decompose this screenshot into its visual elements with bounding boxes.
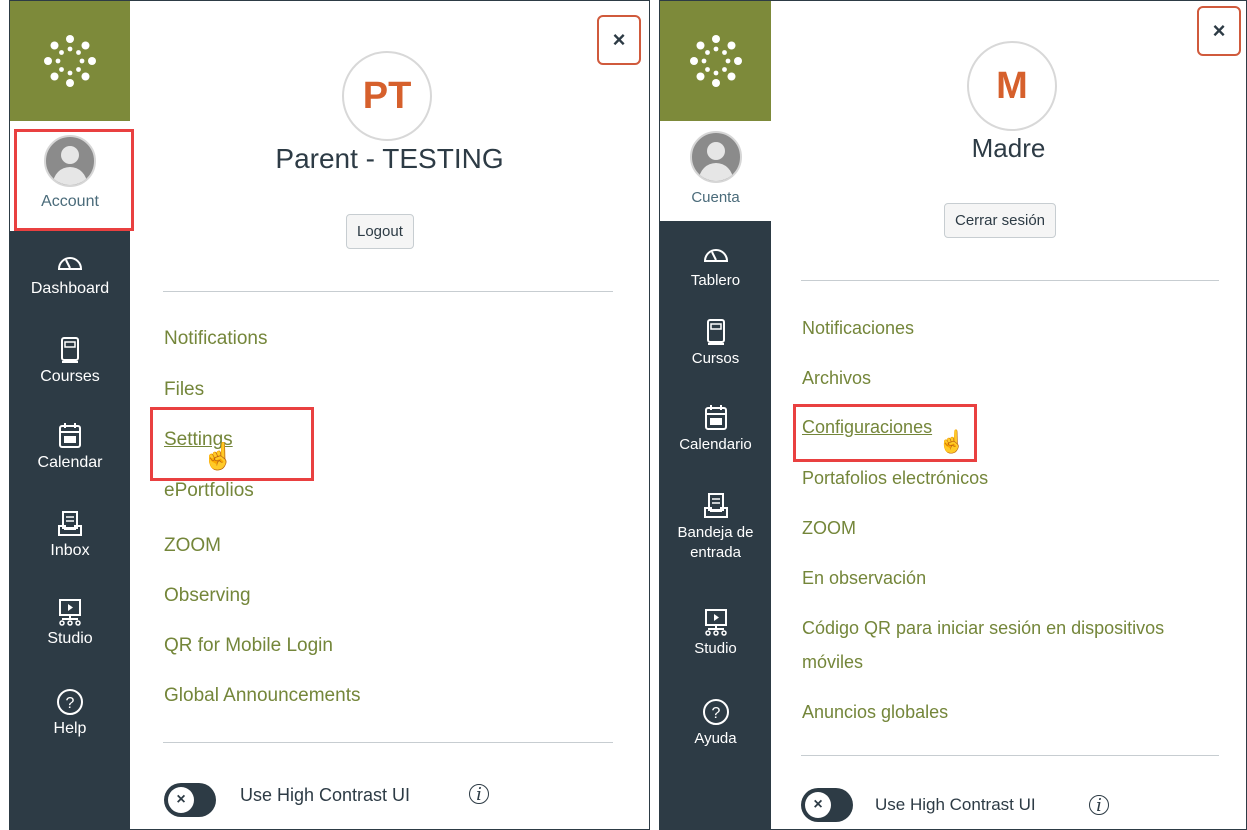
menu-qr-login[interactable]: Código QR para iniciar sesión en disposi… [802,618,1164,639]
divider [163,742,613,743]
nav-dashboard[interactable]: Dashboard [10,247,130,299]
account-tray: × PT Parent - TESTING Logout Notificatio… [130,1,649,829]
nav-label: Inbox [50,542,90,559]
spanish-menu-panel: Cuenta Tablero Cursos Calendario Bandeja… [659,0,1247,830]
close-button[interactable]: × [1197,6,1241,56]
high-contrast-label: Use High Contrast UI [875,795,1036,814]
divider [801,755,1219,756]
menu-global-announcements[interactable]: Global Announcements [164,685,360,707]
close-button[interactable]: × [597,15,641,65]
nav-label: Studio [47,630,93,647]
svg-text:?: ? [711,705,720,722]
x-icon: × [168,787,194,813]
nav-label: Tablero [690,272,741,289]
menu-qr-login[interactable]: QR for Mobile Login [164,635,333,657]
logout-button[interactable]: Cerrar sesión [944,203,1057,238]
courses-icon [61,337,79,363]
close-icon: × [612,27,626,52]
studio-icon [59,599,81,626]
nav-label: Calendario [679,436,752,453]
global-nav: Account Dashboard Courses Calendar Inbox… [10,1,130,829]
menu-observing[interactable]: Observing [164,585,251,607]
avatar [689,131,742,183]
user-name: Parent - TESTING [275,143,504,174]
global-nav: Cuenta Tablero Cursos Calendario Bandeja… [660,1,771,829]
nav-label: Studio [694,640,737,657]
nav-label: Calendar [37,454,103,471]
menu-notifications[interactable]: Notifications [164,328,268,350]
nav-help[interactable]: ? Help [10,687,130,739]
nav-label: Help [53,720,87,737]
nav-account[interactable]: Cuenta [660,121,771,221]
menu-files[interactable]: Archivos [802,368,871,389]
x-icon: × [805,792,831,818]
nav-label: Dashboard [30,280,110,297]
nav-courses[interactable]: Courses [10,335,130,387]
user-name: Madre [971,133,1046,163]
nav-courses[interactable]: Cursos [660,317,771,369]
hand-cursor-icon: ☝ [202,441,235,471]
high-contrast-toggle[interactable]: × [164,783,216,817]
help-icon: ? [57,689,83,715]
hand-cursor-icon: ☝ [938,429,966,454]
studio-icon [704,609,727,636]
menu-global-announcements[interactable]: Anuncios globales [802,702,948,723]
canvas-logo[interactable] [660,1,771,121]
inbox-icon [58,511,82,536]
calendar-icon [704,405,727,430]
divider [801,280,1219,281]
help-icon: ? [702,699,729,725]
info-icon[interactable]: i [469,784,489,805]
nav-inbox[interactable]: Inbox [10,509,130,561]
nav-label-line2: entrada [690,544,741,561]
nav-label: Courses [40,368,100,385]
nav-calendar[interactable]: Calendario [660,403,771,455]
nav-dashboard[interactable]: Tablero [660,239,771,291]
menu-eportfolios[interactable]: Portafolios electrónicos [802,468,988,489]
menu-zoom[interactable]: ZOOM [164,535,221,557]
menu-zoom[interactable]: ZOOM [802,518,856,539]
nav-label: Cursos [691,350,740,367]
dashboard-icon [703,249,728,262]
logout-button[interactable]: Logout [346,214,414,249]
divider [163,291,613,292]
svg-text:?: ? [66,695,75,712]
nav-account-label: Cuenta [691,189,740,206]
info-icon[interactable]: i [1089,795,1109,816]
nav-inbox[interactable]: Bandeja de entrada [660,491,771,563]
account-tray: × M Madre Cerrar sesión Notificaciones A… [771,1,1246,829]
user-avatar: M [967,41,1057,131]
user-avatar: PT [342,51,432,141]
close-icon: × [1212,18,1226,43]
canvas-logo-icon [689,35,742,87]
dashboard-icon [57,257,83,270]
canvas-logo-icon [44,35,96,87]
calendar-icon [59,423,81,448]
courses-icon [706,319,725,345]
inbox-icon [703,493,728,518]
high-contrast-label: Use High Contrast UI [240,785,411,805]
english-menu-panel: Account Dashboard Courses Calendar Inbox… [9,0,650,830]
nav-help[interactable]: ? Ayuda [660,697,771,749]
menu-notifications[interactable]: Notificaciones [802,318,914,339]
canvas-logo[interactable] [10,1,130,121]
nav-studio[interactable]: Studio [10,597,130,649]
nav-calendar[interactable]: Calendar [10,421,130,473]
menu-observing[interactable]: En observación [802,568,926,589]
highlight-box [14,129,134,231]
menu-qr-login-line2[interactable]: móviles [802,652,863,673]
menu-files[interactable]: Files [164,379,204,401]
nav-label: Bandeja de [677,524,754,541]
menu-eportfolios[interactable]: ePortfolios [164,480,254,502]
nav-label: Ayuda [694,730,737,747]
nav-studio[interactable]: Studio [660,607,771,659]
high-contrast-toggle[interactable]: × [801,788,853,822]
